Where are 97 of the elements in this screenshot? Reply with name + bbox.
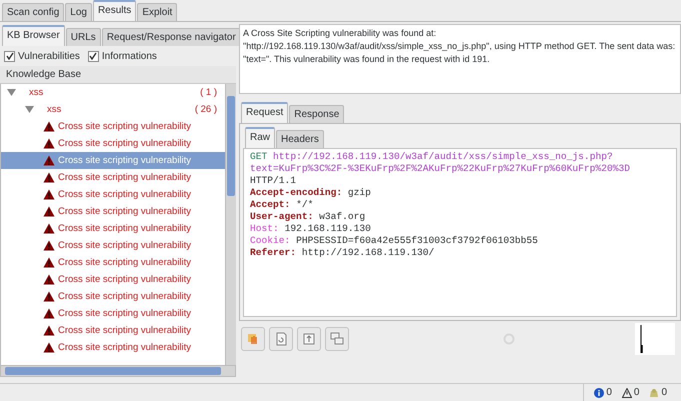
warning-icon (622, 388, 632, 398)
tree-count: ( 1 ) (200, 87, 217, 98)
tree-item[interactable]: Cross site scripting vulnerability (1, 152, 225, 169)
checkbox-label: Vulnerabilities (18, 50, 80, 62)
tree-label: xss (47, 104, 62, 115)
warning-icon (43, 189, 55, 200)
warning-icon (43, 206, 55, 217)
tab[interactable]: Headers (276, 130, 324, 148)
header-name: Cookie: (250, 235, 290, 246)
toolbar-button[interactable] (241, 327, 265, 351)
vertical-scrollbar[interactable] (225, 84, 236, 365)
tree-label: Cross site scripting vulnerability (58, 121, 192, 132)
checkbox-label: Informations (102, 50, 157, 62)
counter-value: 0 (634, 387, 640, 398)
tree-label: Cross site scripting vulnerability (58, 274, 192, 285)
tree-item[interactable]: Cross site scripting vulnerability (1, 322, 225, 339)
tree-item[interactable]: Cross site scripting vulnerability (1, 220, 225, 237)
warning-icon (43, 291, 55, 302)
http-version: HTTP/1.1 (250, 175, 296, 186)
horizontal-scrollbar[interactable] (0, 365, 236, 377)
tree-item[interactable]: Cross site scripting vulnerability (1, 339, 225, 356)
header-value: gzip (348, 187, 371, 198)
windows-icon (330, 332, 344, 346)
tree-count: ( 26 ) (194, 104, 217, 115)
tree-label: Cross site scripting vulnerability (58, 291, 192, 302)
request-url: http://192.168.119.130/w3af/audit/xss/simple_xss_no_js.php? (273, 151, 613, 162)
tab[interactable]: Request (241, 102, 288, 123)
tab[interactable]: Response (289, 105, 344, 123)
http-method: GET (250, 151, 268, 162)
tree-item[interactable]: Cross site scripting vulnerability (1, 254, 225, 271)
tab[interactable]: Log (65, 3, 92, 21)
tab[interactable]: Exploit (137, 3, 178, 21)
tree-label: Cross site scripting vulnerability (58, 325, 192, 336)
tree-item[interactable]: Cross site scripting vulnerability (1, 186, 225, 203)
description-text: A Cross Site Scripting vulnerability was found at: "http://192.168.119.130/w3af/audit/xss/simple_xss_no_js.php", using HTTP method GET. The sent data was: "text=". This vulnerability was found in the request with id 191. (239, 24, 681, 94)
tree-label: Cross site scripting vulnerability (58, 138, 192, 149)
warning-icon (43, 342, 55, 353)
warning-icon (43, 121, 55, 132)
counter-value: 0 (661, 387, 667, 398)
tree-item[interactable]: Cross site scripting vulnerability (1, 203, 225, 220)
tree-label: Cross site scripting vulnerability (58, 240, 192, 251)
header-name: User-agent: (250, 211, 314, 222)
header-value: PHPSESSID=f60a42e555f31003cf3792f06103bb55 (296, 235, 538, 246)
tab[interactable]: KB Browser (2, 25, 65, 46)
warning-icon (43, 308, 55, 319)
tree-label: xss (29, 87, 44, 98)
tree-label: Cross site scripting vulnerability (58, 257, 192, 268)
tree-item[interactable]: xss ( 1 ) (1, 84, 225, 101)
warning-icon (43, 172, 55, 183)
tree-label: Cross site scripting vulnerability (58, 308, 192, 319)
warning-icon (43, 240, 55, 251)
info-icon (594, 388, 604, 398)
tree-label: Cross site scripting vulnerability (58, 189, 192, 200)
header-name: Accept: (250, 199, 290, 210)
tree-label: Cross site scripting vulnerability (58, 172, 192, 183)
header-value: w3af.org (319, 211, 366, 222)
warning-icon (43, 257, 55, 268)
tree-item[interactable]: Cross site scripting vulnerability (1, 237, 225, 254)
checkbox[interactable] (88, 50, 99, 62)
header-name: Accept-encoding: (250, 187, 342, 198)
warning-icon (43, 155, 55, 166)
warning-icon (43, 138, 55, 149)
tree-item[interactable]: Cross site scripting vulnerability (1, 135, 225, 152)
request-text-area[interactable] (243, 148, 677, 317)
header-value: http://192.168.119.130/ (302, 247, 434, 258)
tab[interactable]: Request/Response navigator (102, 28, 241, 46)
tab[interactable]: Results (92, 0, 136, 21)
tree-label: Cross site scripting vulnerability (58, 342, 192, 353)
tree-item[interactable]: Cross site scripting vulnerability (1, 118, 225, 135)
header-value: */* (296, 199, 314, 210)
header-value: 192.168.119.130 (284, 223, 371, 234)
header-name: Host: (250, 223, 279, 234)
tab[interactable]: Scan config (2, 3, 64, 21)
tree-item[interactable]: Cross site scripting vulnerability (1, 288, 225, 305)
tree-label: Cross site scripting vulnerability (58, 155, 192, 166)
tree-item[interactable]: Cross site scripting vulnerability (1, 305, 225, 322)
tree-item[interactable]: xss ( 26 ) (1, 101, 225, 118)
warning-icon (43, 274, 55, 285)
tree-label: Cross site scripting vulnerability (58, 206, 192, 217)
tree-label: Cross site scripting vulnerability (58, 223, 192, 234)
toolbar-button[interactable] (297, 327, 321, 351)
tree-header: Knowledge Base (0, 66, 236, 84)
toolbar-button[interactable] (325, 327, 349, 351)
request-url: text=KuFrp%3C%2F-%3EKuFrp%2F%2AKuFrp%22KuFrp%27KuFrp%60KuFrp%20%3D (250, 163, 630, 174)
tab[interactable]: Raw (245, 127, 276, 148)
counter-value: 0 (606, 387, 612, 398)
warning-icon (43, 325, 55, 336)
tree-item[interactable]: Cross site scripting vulnerability (1, 169, 225, 186)
header-name: Referer: (250, 247, 296, 258)
document-icon (274, 332, 288, 346)
toolbar-button[interactable] (269, 327, 293, 351)
checkbox[interactable] (4, 50, 15, 62)
tab[interactable]: URLs (66, 28, 101, 46)
tree-item[interactable]: Cross site scripting vulnerability (1, 271, 225, 288)
activity-graph (635, 323, 675, 355)
upload-icon (302, 332, 316, 346)
warning-icon (43, 223, 55, 234)
